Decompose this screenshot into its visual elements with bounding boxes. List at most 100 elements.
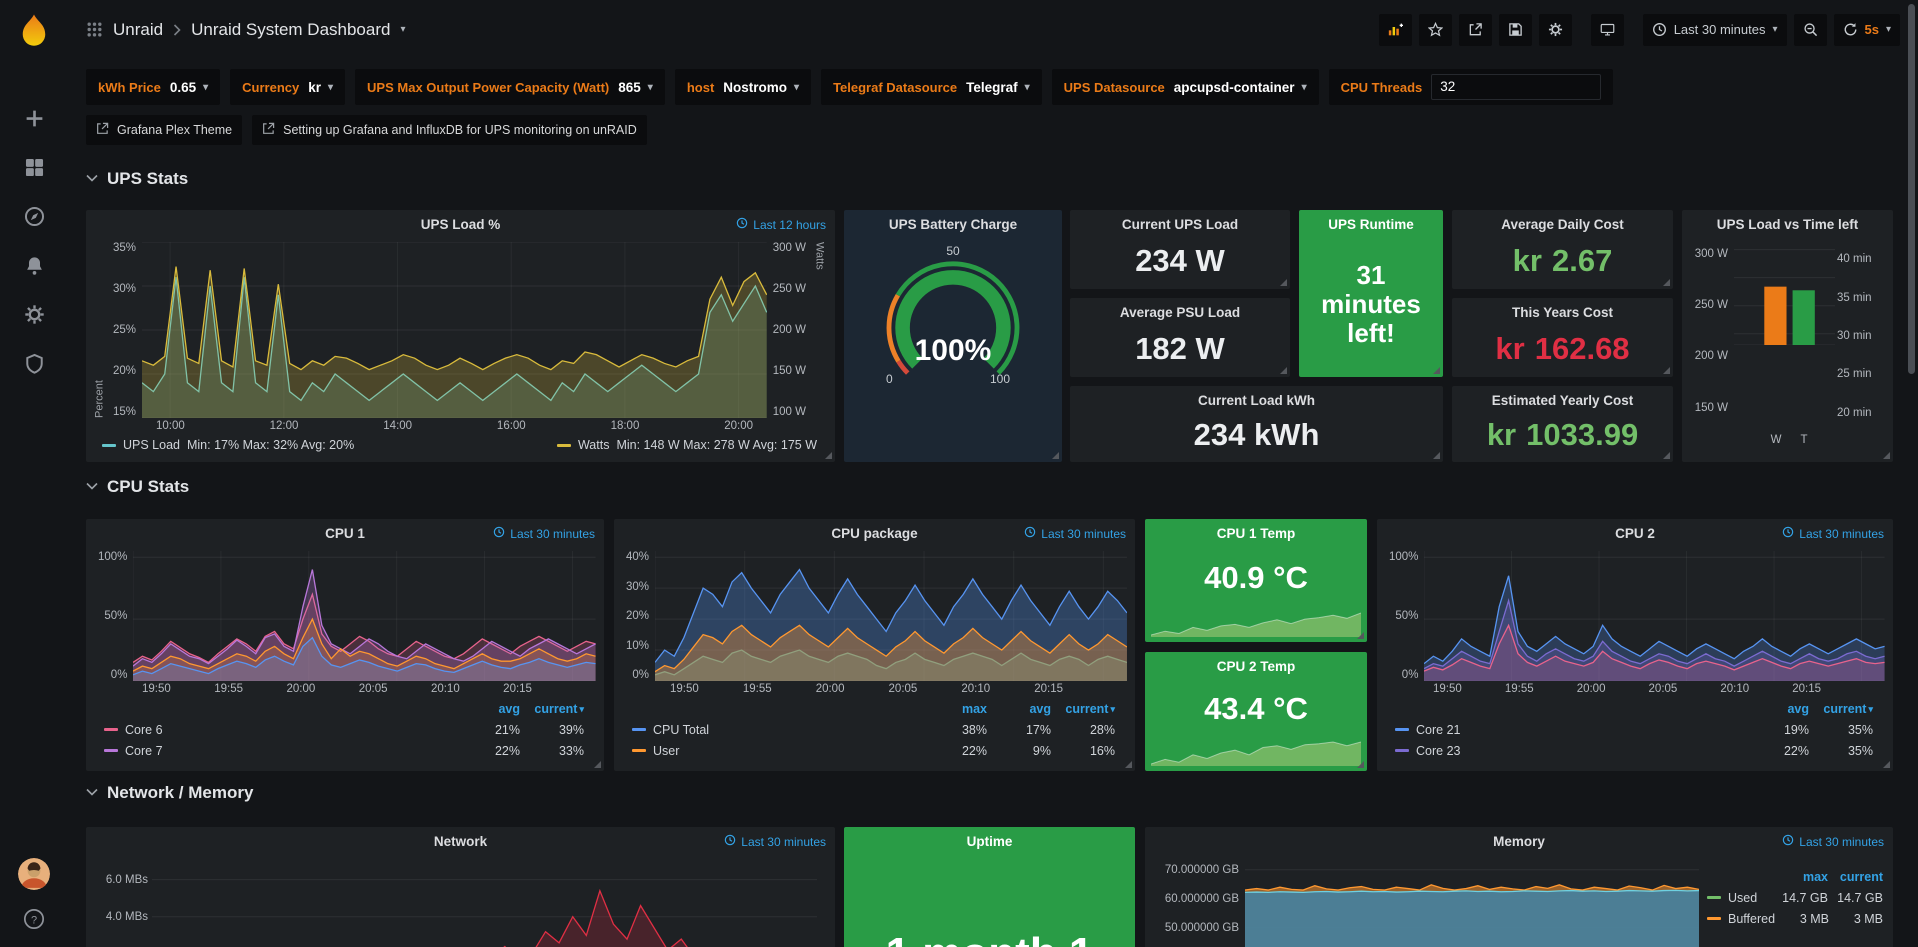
clock-icon: [736, 217, 748, 232]
graph-area: 100%50%0% 19:5019:5520:0020:0520:1020:15…: [86, 547, 604, 771]
breadcrumb-app[interactable]: Unraid: [113, 20, 163, 40]
add-panel-button[interactable]: [1379, 14, 1412, 46]
section-cpu-stats[interactable]: CPU Stats: [86, 477, 189, 497]
ups-bar-chart[interactable]: [1734, 244, 1835, 428]
stat-value: 43.4 °C: [1204, 691, 1308, 727]
cpu-package-chart[interactable]: [655, 551, 1127, 681]
legend-series[interactable]: Core 23: [1395, 744, 1745, 758]
y-axis-ticks: 100%50%0%: [92, 551, 133, 681]
panel-current-ups-load: Current UPS Load 234 W: [1070, 210, 1290, 289]
panel-title[interactable]: Average PSU Load: [1070, 298, 1290, 326]
panel-title[interactable]: Memory Last 30 minutes: [1145, 827, 1893, 855]
mark-favorite-button[interactable]: [1419, 14, 1452, 46]
zoom-out-button[interactable]: [1794, 14, 1827, 46]
save-dashboard-button[interactable]: [1499, 14, 1532, 46]
panel-title[interactable]: UPS Load % Last 12 hours: [86, 210, 835, 238]
dashboard-title[interactable]: Unraid System Dashboard: [191, 20, 390, 40]
panel-title[interactable]: UPS Load vs Time left: [1682, 210, 1893, 238]
gauge-area: 0 50 100 100%: [844, 238, 1062, 462]
panel-title[interactable]: CPU 2 Temp: [1145, 652, 1367, 680]
panel-title[interactable]: CPU 1 Temp: [1145, 519, 1367, 547]
refresh-picker[interactable]: 5s ▾: [1834, 14, 1901, 46]
svg-text:?: ?: [31, 914, 37, 926]
legend-sort-current[interactable]: current▾: [1809, 702, 1873, 716]
sidebar: ?: [0, 0, 68, 947]
server-admin-button[interactable]: [12, 343, 56, 387]
link-ups-monitoring-guide[interactable]: Setting up Grafana and InfluxDB for UPS …: [252, 115, 647, 145]
legend-sort-current[interactable]: current▾: [1051, 702, 1115, 716]
network-chart[interactable]: [152, 861, 817, 947]
cpu-threads-input[interactable]: 32: [1431, 74, 1601, 100]
legend-series[interactable]: Core 6: [104, 723, 456, 737]
panel-cpu2: CPU 2 Last 30 minutes 100%50%0% 19:5019:…: [1377, 519, 1893, 771]
panel-title[interactable]: Estimated Yearly Cost: [1452, 386, 1673, 414]
user-avatar[interactable]: [18, 858, 50, 890]
legend-series[interactable]: Buffered: [1707, 912, 1775, 926]
cycle-view-mode-button[interactable]: [1591, 14, 1624, 46]
memory-chart[interactable]: [1245, 861, 1699, 947]
panel-title[interactable]: UPS Battery Charge: [844, 210, 1062, 238]
graph-area: 6.0 MBs 4.0 MBs 2.0 MBs: [94, 855, 827, 947]
caret-down-icon: ▾: [648, 82, 653, 93]
legend-sort-current[interactable]: current▾: [520, 702, 584, 716]
chevron-right-icon: [173, 24, 181, 36]
panel-title[interactable]: Current Load kWh: [1070, 386, 1443, 414]
panel-this-years-cost: This Years Cost kr162.68: [1452, 298, 1673, 377]
section-ups-stats[interactable]: UPS Stats: [86, 169, 188, 189]
cpu2-chart[interactable]: [1424, 551, 1885, 681]
panel-title[interactable]: Network Last 30 minutes: [86, 827, 835, 855]
legend-series[interactable]: User: [632, 744, 923, 758]
variable-currency[interactable]: Currencykr▾: [230, 69, 345, 105]
panel-cpu-package: CPU package Last 30 minutes 40%30%20%10%…: [614, 519, 1135, 771]
legend-series[interactable]: Core 21: [1395, 723, 1745, 737]
panel-title[interactable]: Average Daily Cost: [1452, 210, 1673, 238]
legend-series[interactable]: CPU Total: [632, 723, 923, 737]
panel-cpu1-temp: CPU 1 Temp 40.9 °C: [1145, 519, 1367, 642]
compass-icon: [24, 206, 45, 230]
alerting-button[interactable]: [12, 245, 56, 289]
link-grafana-plex-theme[interactable]: Grafana Plex Theme: [86, 115, 242, 145]
variable-telegraf-datasource[interactable]: Telegraf DatasourceTelegraf▾: [821, 69, 1042, 105]
caret-down-icon: ▾: [1025, 82, 1030, 93]
time-range-picker[interactable]: Last 30 minutes ▾: [1643, 14, 1787, 46]
panel-title[interactable]: UPS Runtime: [1299, 210, 1443, 238]
dashboard-links: Grafana Plex Theme Setting up Grafana an…: [86, 115, 1900, 145]
configuration-button[interactable]: [12, 294, 56, 338]
clock-icon: [1782, 834, 1794, 849]
grafana-dashboard-app: ? Unraid Unraid System Dashboard ▾: [0, 0, 1918, 947]
panel-title[interactable]: CPU 2 Last 30 minutes: [1377, 519, 1893, 547]
graph-area: 100%50%0% 19:5019:5520:0020:0520:1020:15…: [1377, 547, 1893, 771]
caret-down-icon: ▾: [203, 82, 208, 93]
share-dashboard-button[interactable]: [1459, 14, 1492, 46]
ups-load-chart[interactable]: [142, 242, 767, 418]
explore-button[interactable]: [12, 196, 56, 240]
panel-title[interactable]: Current UPS Load: [1070, 210, 1290, 238]
panel-title[interactable]: CPU package Last 30 minutes: [614, 519, 1135, 547]
cpu1-chart[interactable]: [133, 551, 596, 681]
variable-ups-max-output[interactable]: UPS Max Output Power Capacity (Watt)865▾: [355, 69, 665, 105]
panel-time-override: Last 30 minutes: [1782, 834, 1884, 849]
y-axis-label-right: Watts: [812, 242, 827, 418]
variable-host[interactable]: hostNostromo▾: [675, 69, 811, 105]
variable-kwh-price[interactable]: kWh Price0.65▾: [86, 69, 220, 105]
dashboard-settings-button[interactable]: [1539, 14, 1572, 46]
dashboards-button[interactable]: [12, 147, 56, 191]
help-button[interactable]: ?: [23, 908, 45, 933]
create-button[interactable]: [12, 98, 56, 142]
legend-row: Core 621%39%: [104, 719, 584, 740]
section-network-memory[interactable]: Network / Memory: [86, 783, 253, 803]
legend-series[interactable]: Core 7: [104, 744, 456, 758]
panel-title[interactable]: CPU 1 Last 30 minutes: [86, 519, 604, 547]
legend-series-watts[interactable]: WattsMin: 148 W Max: 278 W Avg: 175 W: [557, 438, 817, 452]
grafana-logo-icon[interactable]: [14, 12, 54, 52]
panel-cpu2-temp: CPU 2 Temp 43.4 °C: [1145, 652, 1367, 771]
panel-title[interactable]: This Years Cost: [1452, 298, 1673, 326]
external-link-icon: [96, 122, 109, 138]
legend-table: maxavgcurrent▾ CPU Total38%17%28% User22…: [620, 697, 1127, 765]
legend-series[interactable]: Used: [1707, 891, 1773, 905]
variable-ups-datasource[interactable]: UPS Datasourceapcupsd-container▾: [1052, 69, 1319, 105]
panel-title[interactable]: Uptime: [844, 827, 1135, 855]
stat-value: 40.9 °C: [1204, 560, 1308, 596]
legend-series-ups-load[interactable]: UPS LoadMin: 17% Max: 32% Avg: 20%: [102, 438, 354, 452]
scrollbar-thumb[interactable]: [1908, 4, 1915, 374]
